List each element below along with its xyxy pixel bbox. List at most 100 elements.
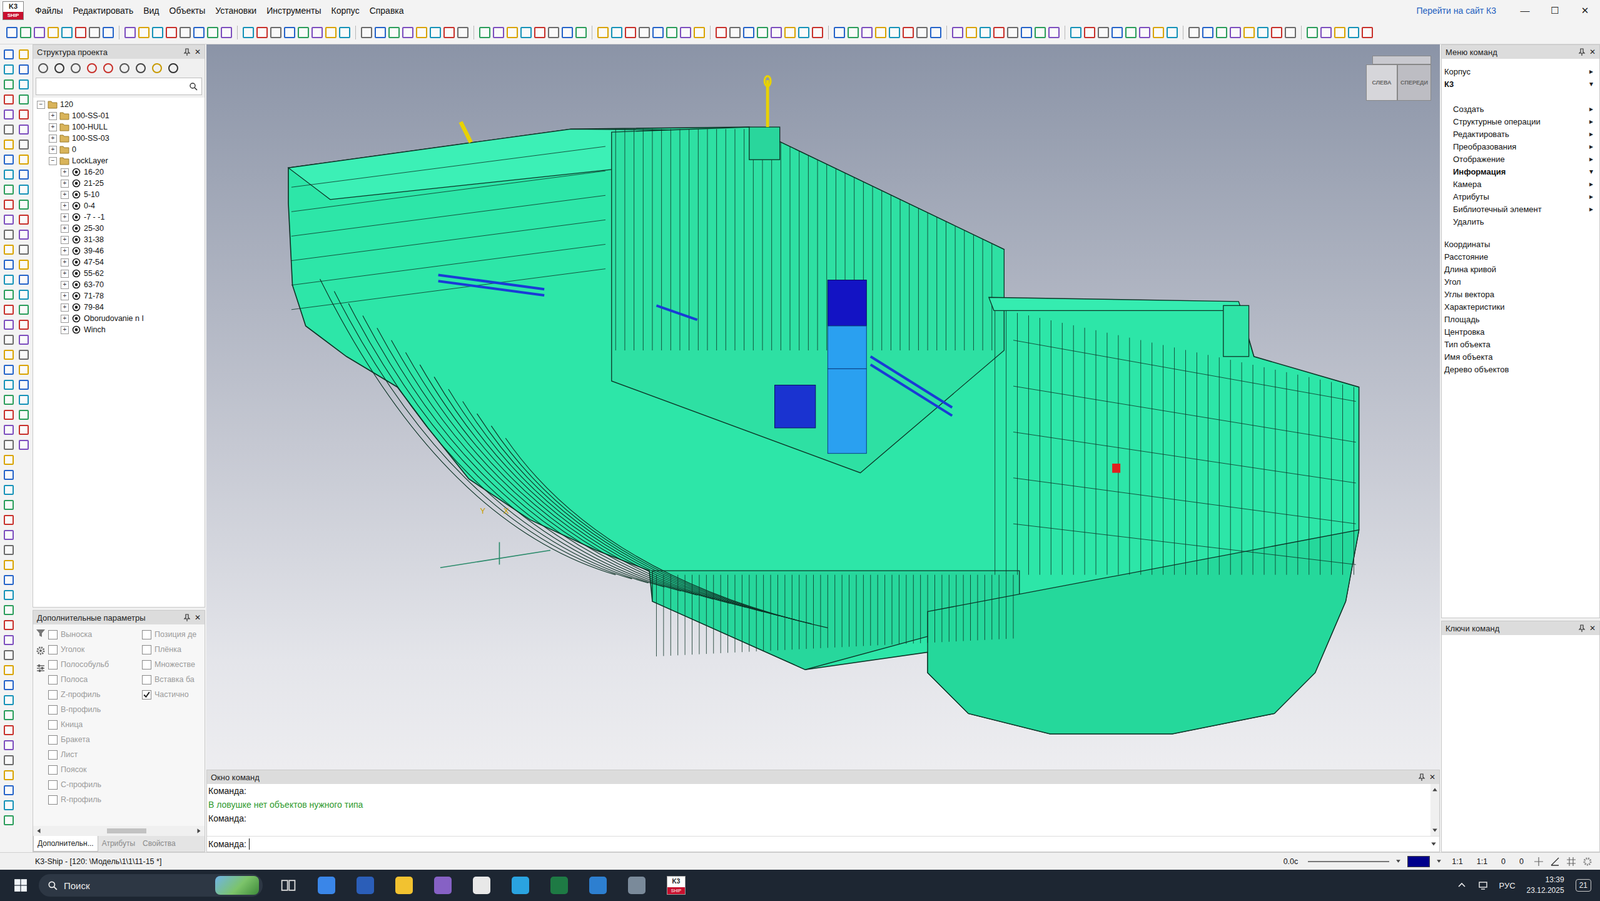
command-input[interactable] bbox=[248, 838, 1428, 850]
tool-icon[interactable] bbox=[833, 26, 846, 39]
sliders-icon[interactable] bbox=[35, 663, 46, 674]
tool-icon[interactable] bbox=[811, 26, 824, 39]
tool-icon[interactable] bbox=[18, 289, 29, 300]
tool-icon[interactable] bbox=[1048, 26, 1060, 39]
tool-icon[interactable] bbox=[374, 26, 386, 39]
tool-icon[interactable] bbox=[1334, 26, 1346, 39]
tool-icon[interactable] bbox=[3, 94, 14, 105]
tool-icon[interactable] bbox=[798, 26, 810, 39]
tool-icon[interactable] bbox=[138, 26, 150, 39]
3d-viewport[interactable]: YXСЛЕВАСПЕРЕДИ bbox=[206, 44, 1440, 770]
menu-section[interactable]: Создать▸ bbox=[1444, 102, 1594, 116]
tool-icon[interactable] bbox=[3, 739, 14, 750]
tool-icon[interactable] bbox=[20, 26, 32, 39]
tool-icon[interactable] bbox=[3, 304, 14, 315]
tool-icon[interactable] bbox=[103, 63, 114, 74]
tool-icon[interactable] bbox=[18, 424, 29, 435]
pin-icon[interactable] bbox=[1417, 773, 1426, 781]
tool-icon[interactable] bbox=[102, 26, 114, 39]
tool-icon[interactable] bbox=[256, 26, 268, 39]
tool-icon[interactable] bbox=[3, 784, 14, 795]
pin-icon[interactable] bbox=[1578, 48, 1586, 56]
tool-icon[interactable] bbox=[47, 26, 59, 39]
tool-icon[interactable] bbox=[3, 364, 14, 375]
close-button[interactable]: ✕ bbox=[1589, 623, 1596, 633]
menu-item[interactable]: Объекты bbox=[164, 3, 211, 19]
scroll-right-icon[interactable] bbox=[195, 827, 203, 834]
tool-icon[interactable] bbox=[325, 26, 337, 39]
menu-section[interactable]: Камера▸ bbox=[1444, 177, 1594, 191]
info-command[interactable]: Координаты bbox=[1444, 237, 1594, 251]
tool-icon[interactable] bbox=[6, 26, 18, 39]
tool-icon[interactable] bbox=[638, 26, 650, 39]
tree-item[interactable]: +21-25 bbox=[33, 177, 205, 189]
tool-icon[interactable] bbox=[693, 26, 705, 39]
expander[interactable]: − bbox=[36, 100, 46, 109]
tool-icon[interactable] bbox=[3, 154, 14, 165]
tool-icon[interactable] bbox=[965, 26, 978, 39]
tree-item[interactable]: +0-4 bbox=[33, 200, 205, 212]
tool-icon[interactable] bbox=[666, 26, 678, 39]
tool-icon[interactable] bbox=[135, 63, 146, 74]
taskbar-app-icon[interactable] bbox=[550, 876, 568, 894]
dropdown-icon[interactable] bbox=[1436, 858, 1442, 864]
search-input[interactable] bbox=[36, 78, 186, 94]
info-command[interactable]: Углы вектора bbox=[1444, 287, 1594, 301]
tool-icon[interactable] bbox=[3, 79, 14, 90]
pin-icon[interactable] bbox=[1578, 624, 1586, 632]
tool-icon[interactable] bbox=[902, 26, 914, 39]
tool-icon[interactable] bbox=[534, 26, 546, 39]
tree-item[interactable]: +-7 - -1 bbox=[33, 211, 205, 223]
category-item[interactable]: Корпус▸ bbox=[1444, 65, 1594, 78]
tool-icon[interactable] bbox=[165, 26, 178, 39]
tool-icon[interactable] bbox=[3, 109, 14, 120]
search-icon[interactable] bbox=[188, 81, 198, 91]
close-button[interactable]: ✕ bbox=[1589, 47, 1596, 57]
taskbar-app-icon[interactable] bbox=[317, 876, 336, 894]
windows-start-icon[interactable] bbox=[13, 878, 28, 892]
tool-icon[interactable] bbox=[297, 26, 309, 39]
tool-icon[interactable] bbox=[930, 26, 942, 39]
tool-icon[interactable] bbox=[339, 26, 351, 39]
dropdown-icon[interactable] bbox=[1395, 858, 1402, 864]
tool-icon[interactable] bbox=[652, 26, 664, 39]
tool-icon[interactable] bbox=[18, 214, 29, 225]
tool-icon[interactable] bbox=[3, 604, 14, 615]
checkbox[interactable] bbox=[141, 629, 152, 640]
tool-icon[interactable] bbox=[1070, 26, 1082, 39]
tool-icon[interactable] bbox=[479, 26, 491, 39]
tool-icon[interactable] bbox=[1284, 26, 1297, 39]
tool-icon[interactable] bbox=[1166, 26, 1178, 39]
tool-icon[interactable] bbox=[3, 634, 14, 645]
menu-section[interactable]: Библиотечный элемент▸ bbox=[1444, 202, 1594, 216]
ortho-icon[interactable] bbox=[1549, 856, 1560, 867]
checkbox-row[interactable]: Уголок bbox=[48, 641, 142, 657]
tool-icon[interactable] bbox=[1111, 26, 1123, 39]
chevron-up-icon[interactable] bbox=[1456, 880, 1467, 891]
tool-icon[interactable] bbox=[18, 229, 29, 240]
tool-icon[interactable] bbox=[951, 26, 964, 39]
info-command[interactable]: Угол bbox=[1444, 275, 1594, 288]
expander[interactable]: + bbox=[48, 111, 57, 121]
tool-icon[interactable] bbox=[3, 349, 14, 360]
expander[interactable]: + bbox=[48, 123, 57, 132]
tool-icon[interactable] bbox=[875, 26, 887, 39]
tree-item[interactable]: +63-70 bbox=[33, 278, 205, 291]
tool-icon[interactable] bbox=[1097, 26, 1109, 39]
tool-icon[interactable] bbox=[1202, 26, 1214, 39]
checkbox-row[interactable]: Плёнка bbox=[141, 641, 205, 657]
checkbox[interactable] bbox=[48, 779, 58, 790]
checkbox[interactable] bbox=[48, 764, 58, 775]
checkbox[interactable] bbox=[48, 689, 58, 700]
taskbar-app-icon[interactable] bbox=[589, 876, 607, 894]
expander[interactable]: + bbox=[60, 325, 69, 335]
tool-icon[interactable] bbox=[3, 679, 14, 690]
tool-icon[interactable] bbox=[388, 26, 400, 39]
menu-section[interactable]: Атрибуты▸ bbox=[1444, 190, 1594, 203]
tool-icon[interactable] bbox=[18, 379, 29, 390]
tool-icon[interactable] bbox=[242, 26, 254, 39]
expander[interactable]: − bbox=[48, 156, 57, 166]
info-command[interactable]: Тип объекта bbox=[1444, 337, 1594, 351]
checkbox-row[interactable]: Z-профиль bbox=[48, 686, 142, 702]
tool-icon[interactable] bbox=[124, 26, 136, 39]
